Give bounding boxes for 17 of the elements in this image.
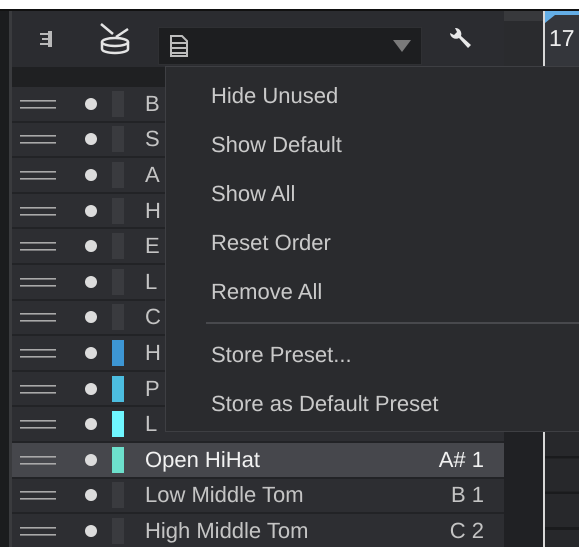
note-name: C 2: [450, 518, 484, 544]
row-name: C: [145, 304, 161, 330]
row-name: A: [145, 162, 160, 188]
row-name: H: [145, 198, 161, 224]
row-name: Open HiHat: [145, 446, 260, 473]
row-name: S: [145, 126, 160, 152]
note-name: B 1: [450, 482, 484, 508]
row-name: L: [145, 268, 158, 295]
row-name: E: [145, 233, 160, 260]
row-name: Low Middle Tom: [145, 482, 304, 508]
row-name: L: [145, 411, 158, 438]
row-name: H: [145, 340, 161, 366]
note-name: A# 1: [438, 446, 484, 473]
row-name: P: [145, 376, 160, 402]
row-name: B: [145, 90, 160, 117]
bar-number: 17: [549, 25, 575, 52]
row-name: High Middle Tom: [145, 518, 308, 544]
